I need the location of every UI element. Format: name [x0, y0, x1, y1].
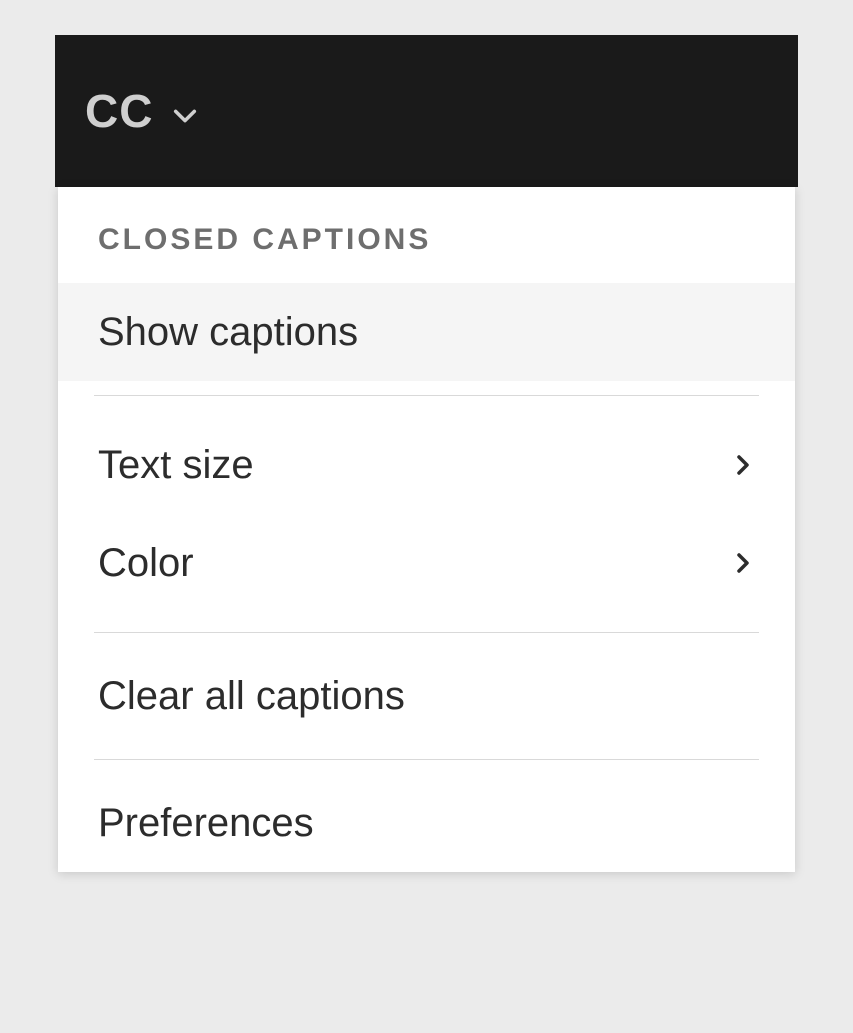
- cc-label: CC: [85, 84, 153, 138]
- closed-captions-menu: CLOSED CAPTIONS Show captions Text size …: [58, 187, 795, 872]
- menu-item-show-captions[interactable]: Show captions: [58, 283, 795, 381]
- player-toolbar: CC: [55, 35, 798, 187]
- menu-item-text-size[interactable]: Text size: [58, 416, 795, 514]
- menu-item-preferences[interactable]: Preferences: [58, 774, 795, 872]
- submenu-group: Text size Color: [58, 410, 795, 618]
- chevron-right-icon: [731, 551, 755, 575]
- menu-item-label: Color: [98, 541, 194, 586]
- menu-item-clear-all-captions[interactable]: Clear all captions: [58, 647, 795, 745]
- chevron-down-icon: [171, 102, 199, 130]
- chevron-right-icon: [731, 453, 755, 477]
- menu-item-label: Text size: [98, 443, 254, 488]
- cc-dropdown-button[interactable]: CC: [85, 84, 199, 138]
- menu-divider: [94, 395, 759, 396]
- menu-item-label: Clear all captions: [98, 674, 405, 719]
- menu-item-label: Preferences: [98, 801, 314, 846]
- menu-divider: [94, 632, 759, 633]
- menu-divider: [94, 759, 759, 760]
- app-stage: CC CLOSED CAPTIONS Show captions Text si…: [0, 0, 853, 1033]
- menu-item-label: Show captions: [98, 310, 358, 355]
- menu-item-color[interactable]: Color: [58, 514, 795, 612]
- menu-header: CLOSED CAPTIONS: [58, 223, 795, 283]
